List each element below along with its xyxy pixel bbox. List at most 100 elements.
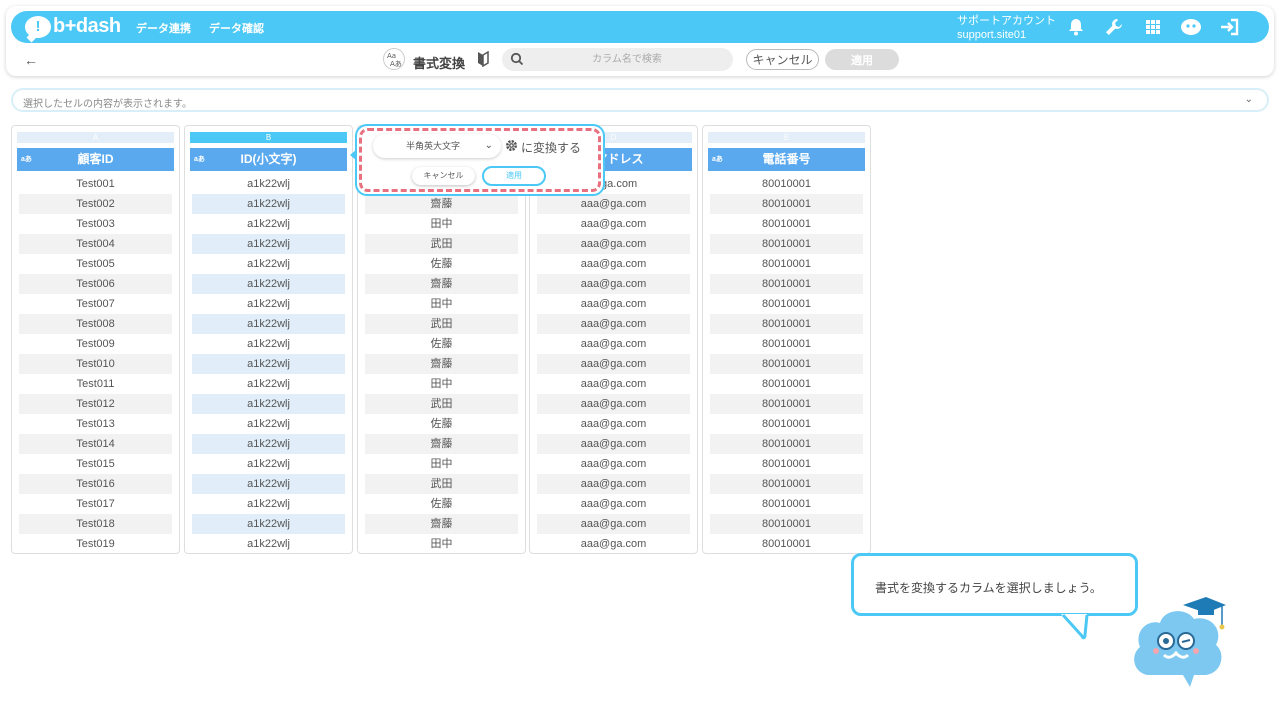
gear-icon[interactable]: [505, 139, 518, 157]
table-cell[interactable]: aaa@ga.com: [537, 494, 690, 514]
table-cell[interactable]: 齋藤: [365, 354, 518, 374]
table-cell[interactable]: Test010: [19, 354, 172, 374]
bell-icon[interactable]: [1065, 16, 1087, 38]
table-cell[interactable]: 80010001: [710, 474, 863, 494]
table-cell[interactable]: 80010001: [710, 354, 863, 374]
beginner-mark-icon[interactable]: [477, 50, 489, 72]
table-cell[interactable]: Test019: [19, 534, 172, 554]
table-cell[interactable]: 齋藤: [365, 434, 518, 454]
column-header[interactable]: aあ ID(小文字): [190, 148, 347, 171]
table-cell[interactable]: Test006: [19, 274, 172, 294]
help-chat-icon[interactable]: [1180, 16, 1202, 38]
table-cell[interactable]: a1k22wlj: [192, 174, 345, 194]
table-cell[interactable]: Test015: [19, 454, 172, 474]
table-cell[interactable]: aaa@ga.com: [537, 314, 690, 334]
cell-preview-bar[interactable]: 選択したセルの内容が表示されます。 ⌄: [11, 88, 1269, 112]
table-cell[interactable]: aaa@ga.com: [537, 294, 690, 314]
table-cell[interactable]: 武田: [365, 394, 518, 414]
table-cell[interactable]: aaa@ga.com: [537, 514, 690, 534]
table-cell[interactable]: aaa@ga.com: [537, 474, 690, 494]
table-cell[interactable]: 田中: [365, 374, 518, 394]
grid-icon[interactable]: [1142, 16, 1164, 38]
table-cell[interactable]: 80010001: [710, 314, 863, 334]
logo[interactable]: ! b+dash: [25, 15, 121, 38]
logout-icon[interactable]: [1219, 16, 1241, 38]
search-input[interactable]: [532, 50, 722, 69]
table-cell[interactable]: a1k22wlj: [192, 254, 345, 274]
table-cell[interactable]: aaa@ga.com: [537, 354, 690, 374]
table-cell[interactable]: 80010001: [710, 254, 863, 274]
table-cell[interactable]: 佐藤: [365, 494, 518, 514]
table-cell[interactable]: aaa@ga.com: [537, 254, 690, 274]
table-cell[interactable]: 80010001: [710, 334, 863, 354]
wrench-icon[interactable]: [1103, 16, 1125, 38]
table-cell[interactable]: 田中: [365, 534, 518, 554]
table-cell[interactable]: aaa@ga.com: [537, 234, 690, 254]
table-cell[interactable]: a1k22wlj: [192, 294, 345, 314]
table-cell[interactable]: aaa@ga.com: [537, 394, 690, 414]
table-cell[interactable]: Test017: [19, 494, 172, 514]
table-cell[interactable]: a1k22wlj: [192, 194, 345, 214]
table-cell[interactable]: 齋藤: [365, 194, 518, 214]
nav-data-link[interactable]: データ連携: [136, 20, 191, 36]
table-cell[interactable]: Test003: [19, 214, 172, 234]
table-cell[interactable]: 武田: [365, 314, 518, 334]
table-cell[interactable]: 80010001: [710, 414, 863, 434]
column-header[interactable]: aあ 電話番号: [708, 148, 865, 171]
table-cell[interactable]: Test013: [19, 414, 172, 434]
table-cell[interactable]: 80010001: [710, 514, 863, 534]
table-cell[interactable]: a1k22wlj: [192, 534, 345, 554]
column-letter[interactable]: E: [708, 132, 865, 143]
popover-apply-button[interactable]: 適用: [482, 166, 546, 186]
table-cell[interactable]: a1k22wlj: [192, 474, 345, 494]
table-cell[interactable]: Test002: [19, 194, 172, 214]
table-cell[interactable]: a1k22wlj: [192, 334, 345, 354]
table-cell[interactable]: 齋藤: [365, 274, 518, 294]
table-cell[interactable]: aaa@ga.com: [537, 434, 690, 454]
table-cell[interactable]: a1k22wlj: [192, 214, 345, 234]
table-cell[interactable]: 田中: [365, 294, 518, 314]
column-e[interactable]: Eaあ 電話番号 80010001 80010001 80010001 80010001 8…: [702, 125, 871, 554]
column-b[interactable]: Baあ ID(小文字) a1k22wlj a1k22wlj a1k22wlj a1k22w…: [184, 125, 353, 554]
table-cell[interactable]: Test018: [19, 514, 172, 534]
table-cell[interactable]: Test014: [19, 434, 172, 454]
table-cell[interactable]: aaa@ga.com: [537, 214, 690, 234]
table-cell[interactable]: aaa@ga.com: [537, 414, 690, 434]
table-cell[interactable]: 80010001: [710, 174, 863, 194]
table-cell[interactable]: 80010001: [710, 194, 863, 214]
format-select[interactable]: 半角英大文字 ⌄: [373, 134, 501, 158]
table-cell[interactable]: 田中: [365, 214, 518, 234]
table-cell[interactable]: 80010001: [710, 454, 863, 474]
table-cell[interactable]: 齋藤: [365, 514, 518, 534]
table-cell[interactable]: aaa@ga.com: [537, 334, 690, 354]
table-cell[interactable]: aaa@ga.com: [537, 194, 690, 214]
table-cell[interactable]: Test011: [19, 374, 172, 394]
table-cell[interactable]: 80010001: [710, 434, 863, 454]
table-cell[interactable]: 佐藤: [365, 334, 518, 354]
back-arrow-icon[interactable]: ←: [24, 52, 38, 68]
table-cell[interactable]: 武田: [365, 474, 518, 494]
table-cell[interactable]: a1k22wlj: [192, 454, 345, 474]
table-cell[interactable]: Test005: [19, 254, 172, 274]
table-cell[interactable]: Test012: [19, 394, 172, 414]
table-cell[interactable]: 佐藤: [365, 254, 518, 274]
table-cell[interactable]: a1k22wlj: [192, 274, 345, 294]
account-info[interactable]: サポートアカウント support.site01: [957, 14, 1056, 42]
table-cell[interactable]: 80010001: [710, 374, 863, 394]
table-cell[interactable]: Test004: [19, 234, 172, 254]
table-cell[interactable]: a1k22wlj: [192, 374, 345, 394]
table-cell[interactable]: Test001: [19, 174, 172, 194]
table-cell[interactable]: 80010001: [710, 294, 863, 314]
column-letter[interactable]: A: [17, 132, 174, 143]
table-cell[interactable]: a1k22wlj: [192, 414, 345, 434]
table-cell[interactable]: 80010001: [710, 494, 863, 514]
nav-data-check[interactable]: データ確認: [209, 20, 264, 36]
column-a[interactable]: Aaあ 顧客ID Test001 Test002 Test003 Test004 Test0…: [11, 125, 180, 554]
table-cell[interactable]: a1k22wlj: [192, 354, 345, 374]
table-cell[interactable]: 80010001: [710, 534, 863, 554]
table-cell[interactable]: aaa@ga.com: [537, 274, 690, 294]
table-cell[interactable]: a1k22wlj: [192, 494, 345, 514]
popover-cancel-button[interactable]: キャンセル: [412, 167, 475, 185]
table-cell[interactable]: a1k22wlj: [192, 434, 345, 454]
cancel-button[interactable]: キャンセル: [746, 49, 819, 70]
